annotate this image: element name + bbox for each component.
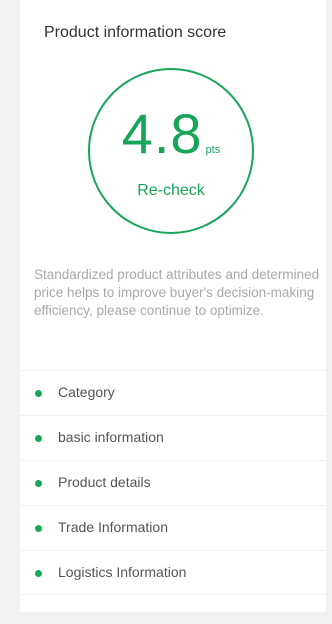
status-dot-icon [35,435,42,442]
checklist: Category basic information Product detai… [20,370,326,595]
checklist-item-label: Category [58,384,115,400]
score-display: 4.8 pts [90,104,252,164]
product-score-panel: Product information score 4.8 pts Re-chec… [20,0,326,612]
recheck-link[interactable]: Re-check [90,182,252,200]
status-dot-icon [35,480,42,487]
panel-title: Product information score [44,24,227,41]
score-value: 4.8 [121,102,203,165]
score-circle: 4.8 pts Re-check [88,68,254,234]
status-dot-icon [35,390,42,397]
score-unit: pts [205,144,221,156]
checklist-item-label: Product details [58,474,151,490]
checklist-item-label: basic information [58,429,164,445]
checklist-item-trade-information[interactable]: Trade Information [20,505,326,550]
status-dot-icon [35,570,42,577]
status-dot-icon [35,525,42,532]
checklist-item-label: Logistics Information [58,564,187,580]
checklist-item-category[interactable]: Category [20,370,326,415]
checklist-item-label: Trade Information [58,519,168,535]
score-description: Standardized product attributes and dete… [34,267,320,318]
checklist-item-basic-information[interactable]: basic information [20,415,326,460]
checklist-item-product-details[interactable]: Product details [20,460,326,505]
checklist-item-logistics-information[interactable]: Logistics Information [20,550,326,595]
